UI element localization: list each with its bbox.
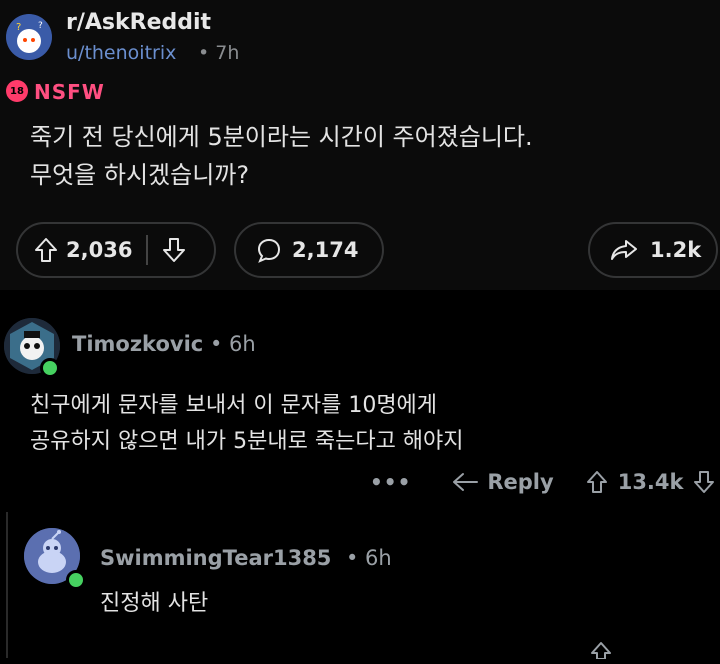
nsfw-18-icon: 18 bbox=[6, 80, 28, 102]
thread-line[interactable] bbox=[6, 512, 8, 658]
comments-button[interactable]: 2,174 bbox=[234, 222, 384, 278]
share-icon bbox=[610, 238, 638, 262]
vote-bar: 2,036 bbox=[16, 222, 216, 278]
reply-label: Reply bbox=[487, 470, 554, 494]
upvote-icon[interactable] bbox=[590, 641, 612, 660]
downvote-icon[interactable] bbox=[162, 237, 186, 263]
comment-body: 친구에게 문자를 보내서 이 문자를 10명에게 공유하지 않으면 내가 5분내… bbox=[30, 388, 464, 460]
comment-body-line: 공유하지 않으면 내가 5분내로 죽는다고 해야지 bbox=[30, 429, 464, 454]
subreddit-name[interactable]: r/AskReddit bbox=[66, 10, 211, 35]
reply-icon bbox=[451, 471, 479, 493]
share-count: 1.2k bbox=[650, 238, 702, 262]
comment-author[interactable]: SwimmingTear1385 bbox=[100, 546, 331, 570]
reply-button[interactable]: Reply bbox=[451, 470, 554, 494]
nsfw-label: NSFW bbox=[34, 80, 105, 104]
online-status-icon bbox=[40, 358, 60, 378]
svg-text:?: ? bbox=[38, 21, 43, 31]
subreddit-avatar[interactable]: ? ? bbox=[6, 14, 52, 60]
upvote-icon[interactable] bbox=[34, 237, 58, 263]
comment-score: 13.4k bbox=[617, 470, 684, 494]
share-button[interactable]: 1.2k bbox=[588, 222, 718, 278]
upvote-count: 2,036 bbox=[66, 238, 133, 262]
svg-text:?: ? bbox=[16, 22, 21, 33]
post-title-line: 무엇을 하시겠습니까? bbox=[30, 161, 250, 189]
post-time: • 7h bbox=[198, 42, 240, 64]
downvote-icon[interactable] bbox=[693, 470, 715, 494]
comment-icon bbox=[256, 237, 282, 263]
more-options-icon[interactable]: ••• bbox=[370, 470, 411, 494]
online-status-icon bbox=[66, 570, 86, 590]
vote-divider bbox=[146, 235, 149, 265]
comment-time: • 6h bbox=[346, 546, 392, 570]
post-title-line: 죽기 전 당신에게 5분이라는 시간이 주어졌습니다. bbox=[30, 123, 533, 151]
partial-vote-row bbox=[590, 640, 612, 664]
upvote-icon[interactable] bbox=[586, 470, 608, 494]
post-author[interactable]: u/thenoitrix bbox=[66, 42, 176, 64]
comment-vote: 13.4k bbox=[586, 470, 716, 494]
comment-actions: ••• Reply 13.4k bbox=[370, 464, 715, 500]
comment-body: 진정해 사탄 bbox=[100, 591, 209, 616]
comment-count: 2,174 bbox=[292, 238, 359, 262]
comment-author[interactable]: Timozkovic bbox=[72, 332, 203, 356]
comment-time: • 6h bbox=[210, 332, 256, 356]
post-card: ? ? r/AskReddit u/thenoitrix • 7h 18 NSF… bbox=[0, 0, 720, 290]
post-title[interactable]: 죽기 전 당신에게 5분이라는 시간이 주어졌습니다. 무엇을 하시겠습니까? bbox=[30, 118, 670, 194]
comment-body-line: 친구에게 문자를 보내서 이 문자를 10명에게 bbox=[30, 393, 438, 418]
